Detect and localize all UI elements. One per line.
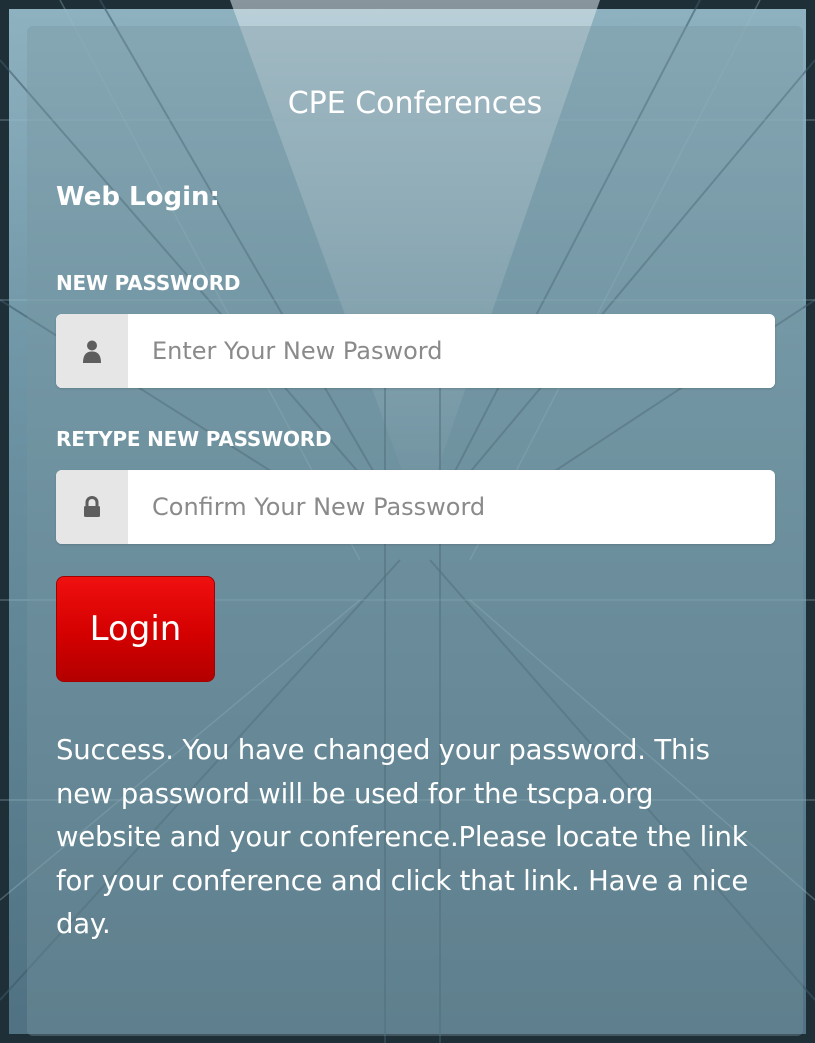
new-password-field xyxy=(56,314,775,388)
retype-password-label: RETYPE NEW PASSWORD xyxy=(56,427,332,451)
lock-icon xyxy=(56,470,128,544)
user-icon xyxy=(56,314,128,388)
section-heading: Web Login: xyxy=(56,182,220,212)
new-password-label: NEW PASSWORD xyxy=(56,271,241,295)
page-title: CPE Conferences xyxy=(287,86,543,121)
success-message: Success. You have changed your password.… xyxy=(56,734,749,940)
new-password-input[interactable] xyxy=(128,314,775,388)
login-button[interactable]: Login xyxy=(56,576,215,682)
retype-password-input[interactable] xyxy=(128,470,775,544)
login-card: CPE Conferences Web Login: NEW PASSWORD … xyxy=(27,26,803,1036)
retype-password-field xyxy=(56,470,775,544)
